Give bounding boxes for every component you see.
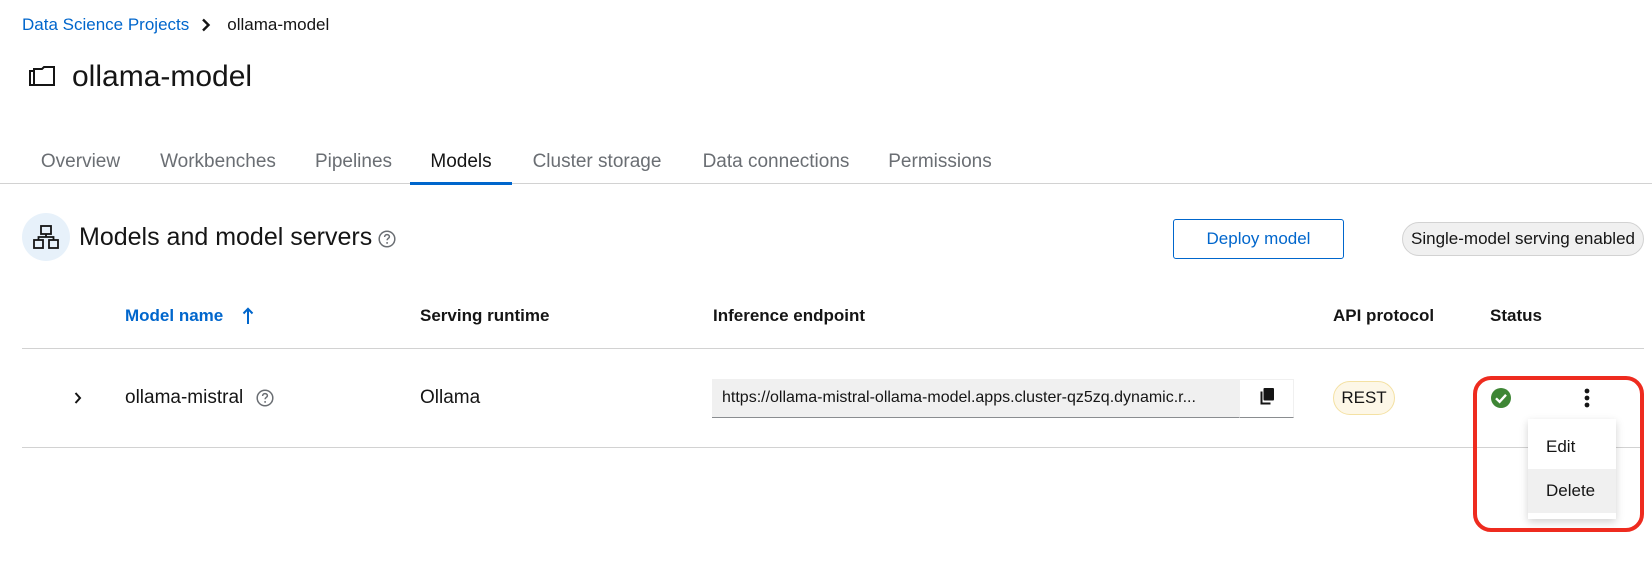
chevron-right-icon: [201, 17, 213, 33]
breadcrumb-link-projects[interactable]: Data Science Projects: [22, 15, 189, 35]
page-title: ollama-model: [72, 60, 253, 93]
row-actions-menu: Edit Delete: [1528, 419, 1616, 519]
folder-icon: [28, 65, 56, 89]
kebab-icon[interactable]: [1578, 384, 1596, 412]
breadcrumb-current: ollama-model: [227, 15, 330, 34]
help-icon[interactable]: [256, 389, 274, 407]
breadcrumb: Data Science Projects ollama-model: [22, 15, 329, 35]
column-header-inference-endpoint: Inference endpoint: [713, 306, 866, 325]
tab-data-connections[interactable]: Data connections: [682, 140, 870, 184]
column-header-api-protocol: API protocol: [1333, 306, 1435, 325]
tab-cluster-storage[interactable]: Cluster storage: [512, 140, 682, 184]
column-header-serving-runtime: Serving runtime: [420, 306, 550, 325]
serving-mode-badge: Single-model serving enabled: [1402, 222, 1644, 256]
tab-pipelines[interactable]: Pipelines: [297, 140, 410, 184]
page-header: ollama-model: [28, 60, 252, 94]
tab-models[interactable]: Models: [410, 140, 512, 185]
copy-icon: [1259, 387, 1275, 410]
chevron-right-icon[interactable]: [68, 388, 88, 408]
check-circle-icon: [1490, 387, 1512, 409]
help-icon[interactable]: [378, 230, 396, 248]
table-header-divider: [22, 348, 1644, 349]
menu-item-edit[interactable]: Edit: [1528, 425, 1616, 469]
inference-endpoint-field[interactable]: https://ollama-mistral-ollama-model.apps…: [712, 379, 1239, 418]
menu-item-delete[interactable]: Delete: [1528, 469, 1616, 513]
arrow-up-icon[interactable]: [242, 307, 254, 325]
model-name-cell: ollama-mistral: [125, 387, 244, 408]
table-row-divider: [22, 447, 1644, 448]
model-server-icon: [22, 213, 70, 261]
tab-overview[interactable]: Overview: [22, 140, 139, 184]
section-title: Models and model servers: [79, 223, 373, 251]
tab-permissions[interactable]: Permissions: [870, 140, 1010, 184]
deploy-model-button[interactable]: Deploy model: [1173, 219, 1344, 259]
column-header-status: Status: [1490, 306, 1542, 325]
column-header-model-name[interactable]: Model name: [125, 306, 223, 326]
copy-button[interactable]: [1239, 379, 1294, 418]
project-tabs: Overview Workbenches Pipelines Models Cl…: [0, 140, 1652, 185]
serving-runtime-cell: Ollama: [420, 387, 481, 408]
inference-endpoint-clipboard: https://ollama-mistral-ollama-model.apps…: [712, 379, 1294, 418]
api-protocol-label: REST: [1333, 381, 1395, 415]
tab-workbenches[interactable]: Workbenches: [141, 140, 295, 184]
